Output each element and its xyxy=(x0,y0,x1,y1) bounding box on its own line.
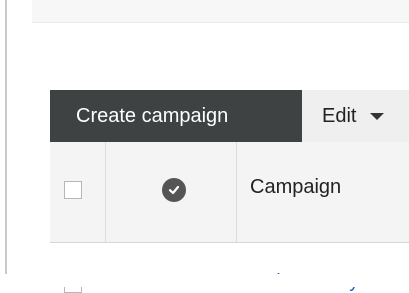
column-divider xyxy=(105,142,106,242)
campaign-table: Campaign make money o xyxy=(50,142,409,293)
edit-label: Edit xyxy=(322,104,357,127)
check-circle-icon xyxy=(162,178,186,202)
create-campaign-label: Create campaign xyxy=(76,104,229,127)
create-campaign-button[interactable]: Create campaign xyxy=(50,90,302,142)
caret-down-icon xyxy=(370,112,385,120)
top-panel-divider xyxy=(32,22,409,23)
viewport-bottom xyxy=(0,274,409,287)
top-panel xyxy=(32,0,409,22)
edit-dropdown-button[interactable]: Edit xyxy=(302,90,409,142)
campaign-column-header[interactable]: Campaign xyxy=(250,176,341,199)
toolbar: Create campaign Edit xyxy=(50,90,409,142)
select-all-checkbox[interactable] xyxy=(64,181,82,199)
page-left-border xyxy=(5,0,7,287)
column-divider xyxy=(236,142,237,242)
table-header: Campaign xyxy=(50,142,409,243)
